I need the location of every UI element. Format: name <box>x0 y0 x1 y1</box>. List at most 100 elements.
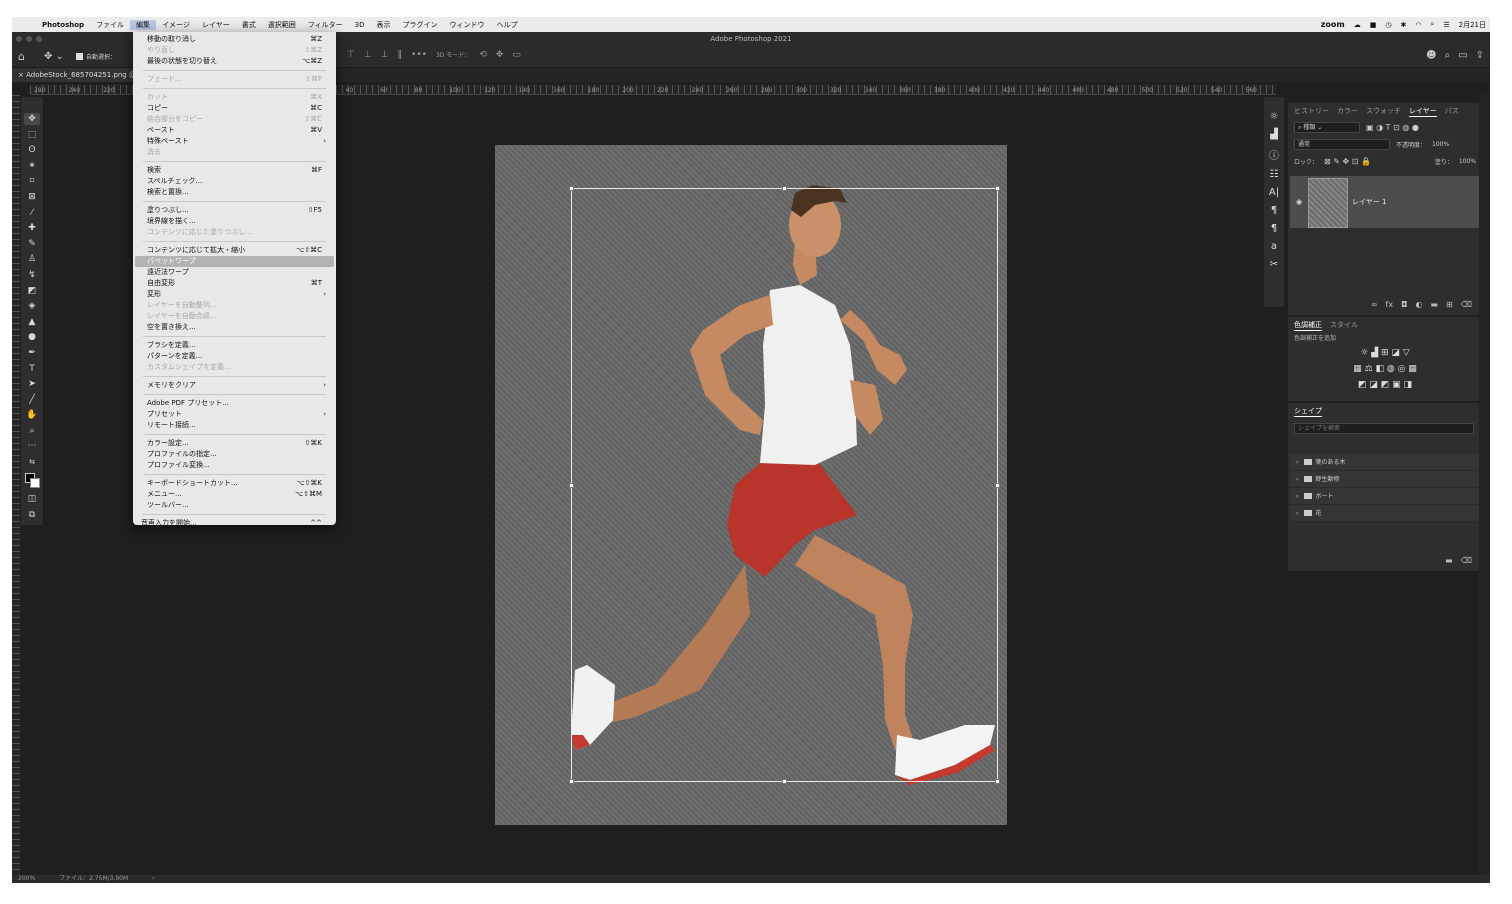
edit-menu-item[interactable]: 遠近法ワープ <box>133 267 336 278</box>
creative-cloud-icon[interactable]: ☁ <box>1354 21 1361 29</box>
new-group-icon[interactable]: ▬ <box>1445 556 1453 565</box>
history-brush-tool-icon[interactable]: ↯ <box>24 269 40 281</box>
edit-menu-item[interactable]: ブラシを定義... <box>133 340 336 351</box>
shape-folder[interactable]: › 花 <box>1290 505 1480 522</box>
edit-menu-item[interactable]: 自由変形 ⌘T <box>133 278 336 289</box>
menu-plugins[interactable]: プラグイン <box>396 20 443 30</box>
document-tab[interactable]: × AdobeStock_685704251.png @ <box>12 68 142 82</box>
opacity-value[interactable]: 100% <box>1432 141 1449 148</box>
tab-styles[interactable]: スタイル <box>1330 320 1358 330</box>
zoom-status[interactable]: zoom <box>1321 20 1345 29</box>
folder-icon[interactable]: ▬ <box>1430 300 1438 309</box>
zoom-tool-icon[interactable]: ⌕ <box>24 425 40 437</box>
edit-menu-item[interactable]: 変形 › <box>133 289 336 300</box>
edit-menu-item[interactable]: メモリをクリア › <box>133 380 336 391</box>
edit-menu-item[interactable]: パペットワープ <box>135 256 334 267</box>
file-size[interactable]: ファイル：2.75M/3.90M <box>59 875 128 882</box>
tab-paths[interactable]: パス <box>1445 106 1459 116</box>
lasso-tool-icon[interactable]: ʘ <box>24 144 40 156</box>
export-icon[interactable]: ⇪ <box>1476 50 1484 61</box>
clock-date[interactable]: 2月21日 <box>1459 20 1486 30</box>
align-bottom-icon[interactable]: ⊥ <box>381 50 389 60</box>
menu-filter[interactable]: フィルター <box>302 20 349 30</box>
tab-swatches[interactable]: スウォッチ <box>1366 106 1401 116</box>
new-layer-icon[interactable]: ⊞ <box>1446 300 1453 309</box>
edit-menu-item[interactable]: プロファイルの指定... <box>133 449 336 460</box>
distribute-icon[interactable]: ‖ <box>398 50 403 60</box>
menu-help[interactable]: ヘルプ <box>490 20 523 30</box>
layer-kind-select[interactable]: ⌕ 種類 ⌄ <box>1294 122 1360 133</box>
menu-image[interactable]: イメージ <box>156 20 196 30</box>
line-tool-icon[interactable]: ╱ <box>24 394 40 406</box>
paint-bucket-tool-icon[interactable]: ◈ <box>24 300 40 312</box>
edit-menu-item[interactable]: 移動の取り消し ⌘Z <box>133 34 336 45</box>
transform-handle-bottom-left[interactable] <box>569 779 574 784</box>
menu-file[interactable]: ファイル <box>90 20 130 30</box>
align-top-icon[interactable]: ⊤ <box>347 50 355 60</box>
tool-presets-icon[interactable]: ✂ <box>1270 259 1278 270</box>
transform-bounding-box[interactable] <box>569 186 1000 784</box>
screen-mode-icon[interactable]: ⧉ <box>24 509 40 521</box>
edit-toolbar-icon[interactable]: ⋯ <box>24 440 40 452</box>
search-icon[interactable]: ⌕ <box>1445 50 1451 61</box>
tab-color[interactable]: カラー <box>1337 106 1358 116</box>
link-icon[interactable]: ∞ <box>1371 300 1378 309</box>
adjustment-icon[interactable]: ◐ <box>1415 300 1422 309</box>
layer-row[interactable]: ◉ レイヤー 1 <box>1290 176 1480 228</box>
more-options-icon[interactable]: ••• <box>411 50 427 60</box>
character-style-icon[interactable]: a <box>1271 241 1277 252</box>
path-selection-tool-icon[interactable]: ➤ <box>24 378 40 390</box>
menu-edit[interactable]: 編集 <box>130 19 157 30</box>
sun-icon[interactable]: ☼ <box>1270 111 1279 122</box>
color-swatches[interactable] <box>24 472 40 490</box>
quick-mask-icon[interactable]: ◫ <box>24 493 40 505</box>
background-color-swatch[interactable] <box>30 477 40 488</box>
fill-value[interactable]: 100% <box>1459 158 1476 165</box>
tab-layers[interactable]: レイヤー <box>1409 106 1437 117</box>
blur-tool-icon[interactable]: ▲ <box>24 316 40 328</box>
default-colors-icon[interactable]: ⇆ <box>24 456 40 468</box>
edit-menu-item[interactable]: 塗りつぶし... ⇧F5 <box>133 205 336 216</box>
shape-folder[interactable]: › 葉のある木 <box>1290 454 1480 471</box>
edit-menu-item[interactable]: コピー ⌘C <box>133 103 336 114</box>
pen-tool-icon[interactable]: ✒ <box>24 347 40 359</box>
align-middle-icon[interactable]: ⊥ <box>364 50 372 60</box>
fx-icon[interactable]: fx <box>1386 300 1394 309</box>
shape-folder[interactable]: › ボート <box>1290 488 1480 505</box>
app-menu[interactable]: Photoshop <box>36 21 90 29</box>
paragraph-icon[interactable]: ¶ <box>1271 205 1277 216</box>
healing-brush-tool-icon[interactable]: ✚ <box>24 222 40 234</box>
eyedropper-tool-icon[interactable]: ⁄ <box>24 207 40 219</box>
edit-menu-item[interactable]: キーボードショートカット... ⌥⇧⌘K <box>133 478 336 489</box>
transform-handle-top-right[interactable] <box>995 186 1000 191</box>
transform-handle-bottom-right[interactable] <box>995 779 1000 784</box>
video-camera-icon[interactable]: ▭ <box>512 50 521 60</box>
paragraph-style-icon[interactable]: ¶ <box>1271 223 1277 234</box>
adjustment-row-1[interactable]: ☼ ▟ ⊞ ◪ ▽ <box>1360 348 1409 358</box>
hand-tool-icon[interactable]: ✋ <box>24 409 40 421</box>
bluetooth-icon[interactable]: ✱ <box>1400 21 1406 29</box>
pan-3d-icon[interactable]: ✥ <box>496 50 504 60</box>
dodge-tool-icon[interactable]: ● <box>24 331 40 343</box>
edit-menu-item[interactable]: 検索 ⌘F <box>133 165 336 176</box>
trash-icon[interactable]: ⌫ <box>1461 300 1472 309</box>
magic-wand-tool-icon[interactable]: ✶ <box>24 160 40 172</box>
mask-icon[interactable]: ◘ <box>1401 300 1407 309</box>
visibility-eye-icon[interactable]: ◉ <box>1296 198 1302 206</box>
move-tool-preset-icon[interactable]: ✥ ⌄ <box>44 51 64 62</box>
document-canvas[interactable] <box>495 145 1007 825</box>
edit-menu-item[interactable]: プロファイル変換... <box>133 460 336 471</box>
menu-layer[interactable]: レイヤー <box>196 20 236 30</box>
wifi-icon[interactable]: ◠ <box>1415 21 1421 29</box>
frame-tool-icon[interactable]: ⊠ <box>24 191 40 203</box>
edit-menu-item[interactable]: 検索と置換... <box>133 187 336 198</box>
vertical-ruler[interactable] <box>12 95 20 881</box>
properties-icon[interactable]: ☷ <box>1270 169 1279 180</box>
edit-menu-item[interactable]: パターンを定義... <box>133 351 336 362</box>
tab-adjustments[interactable]: 色調補正 <box>1294 320 1322 331</box>
edit-menu-item[interactable]: カラー設定... ⇧⌘K <box>133 438 336 449</box>
transform-handle-top[interactable] <box>782 186 787 191</box>
histogram-icon[interactable]: ▟ <box>1270 129 1278 140</box>
menu-view[interactable]: 表示 <box>370 20 396 30</box>
adjustment-row-3[interactable]: ◩ ◪ ◩ ▣ ◨ <box>1358 380 1412 390</box>
